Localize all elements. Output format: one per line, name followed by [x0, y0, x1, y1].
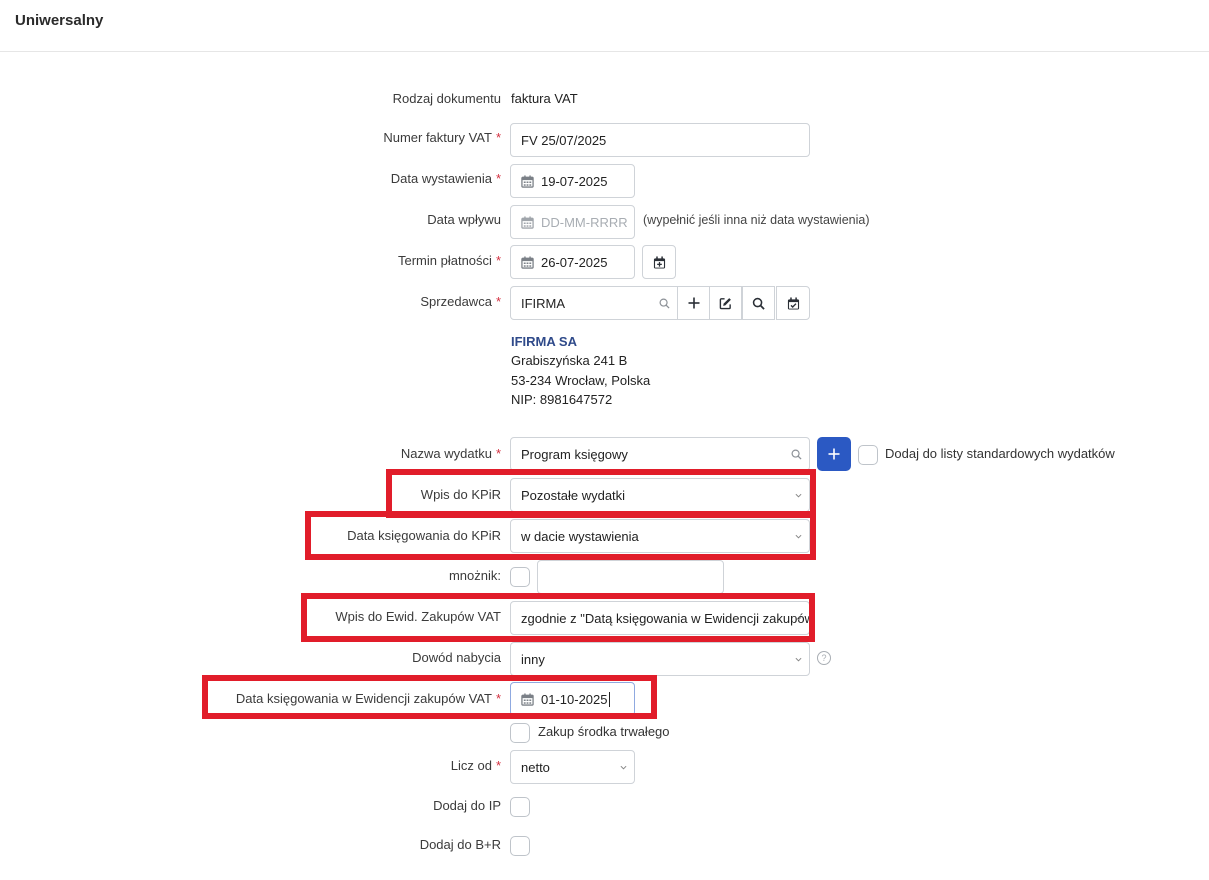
licz-od-label: Licz od * — [450, 758, 501, 773]
mnoznik-input[interactable] — [537, 560, 724, 594]
calendar-icon — [521, 255, 534, 269]
dodaj-ip-checkbox[interactable] — [510, 797, 530, 817]
plus-icon — [688, 297, 699, 309]
srodek-trwaly-checkbox[interactable] — [510, 723, 530, 743]
contractor-city: 53-234 Wrocław, Polska — [511, 373, 651, 388]
calendar-icon — [521, 174, 534, 188]
help-icon[interactable]: ? — [817, 651, 831, 665]
plus-icon — [828, 448, 840, 460]
data-wyst-label: Data wystawienia * — [390, 171, 501, 186]
page-header: Uniwersalny — [0, 0, 1209, 52]
contractor-nip: NIP: 8981647572 — [511, 392, 613, 407]
dodaj-ip-label: Dodaj do IP — [433, 798, 501, 813]
highlight-data-ksieg-kpir — [305, 511, 816, 560]
data-wplywu-label: Data wpływu — [427, 212, 501, 227]
srodek-trwaly-label: Zakup środka trwałego — [538, 724, 670, 739]
chevron-down-icon — [795, 657, 802, 662]
data-wplywu-hint: (wypełnić jeśli inna niż data wystawieni… — [643, 213, 870, 227]
add-expense-button[interactable] — [817, 437, 851, 471]
contractor-calendar-button[interactable] — [776, 286, 810, 320]
nazwa-input[interactable]: Program księgowy — [510, 437, 810, 471]
nazwa-label: Nazwa wydatku * — [400, 446, 501, 461]
licz-od-select[interactable]: netto — [510, 750, 635, 784]
sprzedawca-input[interactable]: IFIRMA — [510, 286, 678, 320]
chevron-down-icon — [620, 765, 627, 770]
numer-label: Numer faktury VAT * — [383, 130, 501, 145]
search-icon — [791, 449, 802, 460]
calendar-icon — [521, 215, 534, 229]
data-wyst-input[interactable]: 19-07-2025 — [510, 164, 635, 198]
highlight-data-ksieg-vat — [202, 675, 657, 719]
add-contractor-button[interactable] — [677, 286, 710, 320]
search-contractor-button[interactable] — [742, 286, 775, 320]
standard-expense-checkbox[interactable] — [858, 445, 878, 465]
contractor-name: IFIRMA SA — [511, 334, 577, 349]
rodzaj-label: Rodzaj dokumentu — [392, 91, 501, 106]
highlight-wpis-vat — [301, 593, 815, 642]
standard-expense-label: Dodaj do listy standardowych wydatków — [885, 446, 1115, 461]
search-icon — [659, 298, 670, 309]
termin-label: Termin płatności * — [398, 253, 501, 268]
calendar-add-icon — [653, 255, 665, 269]
dodaj-br-label: Dodaj do B+R — [419, 837, 501, 852]
search-icon — [752, 297, 765, 310]
dodaj-br-checkbox[interactable] — [510, 836, 530, 856]
termin-input[interactable]: 26-07-2025 — [510, 245, 635, 279]
calendar-check-icon — [787, 296, 799, 310]
dowod-label: Dowód nabycia — [412, 650, 501, 665]
rodzaj-value: faktura VAT — [511, 91, 578, 106]
page-title: Uniwersalny — [15, 12, 104, 29]
termin-calendar-button[interactable] — [642, 245, 676, 279]
mnoznik-label: mnożnik: — [448, 568, 501, 583]
data-wplywu-input[interactable]: DD-MM-RRRR — [510, 205, 635, 239]
contractor-street: Grabiszyńska 241 B — [511, 353, 628, 368]
numer-input[interactable]: FV 25/07/2025 — [510, 123, 810, 157]
edit-icon — [719, 297, 731, 309]
dowod-select[interactable]: inny — [510, 642, 810, 676]
mnoznik-checkbox[interactable] — [510, 567, 530, 587]
sprzedawca-label: Sprzedawca * — [420, 294, 501, 309]
edit-contractor-button[interactable] — [709, 286, 742, 320]
